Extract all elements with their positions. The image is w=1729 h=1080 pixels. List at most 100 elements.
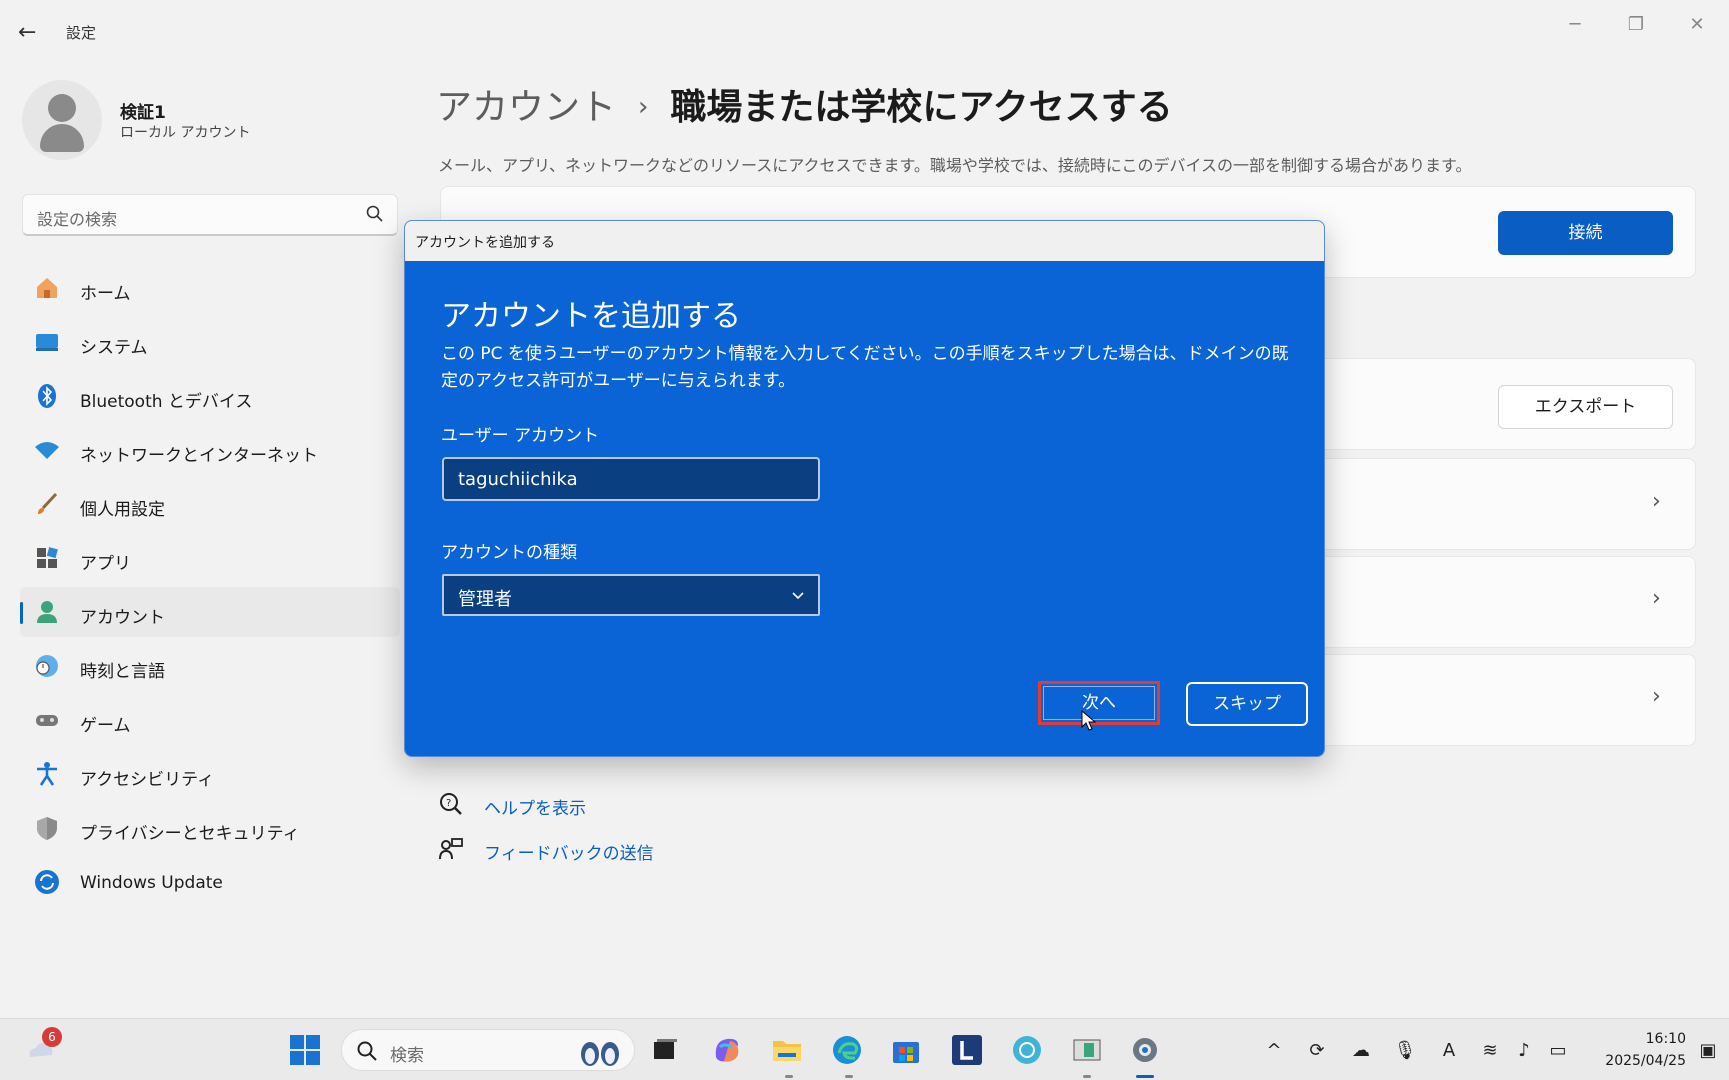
notification-badge: 6: [42, 1027, 62, 1047]
ime-icon[interactable]: A: [1437, 1039, 1461, 1063]
next-button[interactable]: 次へ: [1038, 681, 1160, 725]
taskbar-search-placeholder: 検索: [390, 1046, 424, 1066]
gamepad-icon: [36, 715, 58, 726]
bluetooth-icon: [38, 384, 56, 408]
chevron-right-icon: ›: [1652, 684, 1661, 709]
user-account-type: ローカル アカウント: [120, 125, 251, 141]
chevron-right-icon: ›: [1652, 586, 1661, 611]
sidebar-item-label: Bluetooth とデバイス: [80, 392, 253, 412]
next-button-focus-ring: [1043, 686, 1155, 720]
avatar-head: [48, 94, 76, 122]
sidebar-item-time-language[interactable]: 時刻と言語: [20, 641, 400, 691]
brush-icon: [38, 492, 58, 514]
windows-update-icon: [35, 870, 59, 894]
sidebar-item-label: 時刻と言語: [80, 662, 165, 682]
task-view-icon[interactable]: [648, 1033, 682, 1067]
close-button[interactable]: ✕: [1677, 10, 1717, 40]
start-icon[interactable]: [288, 1033, 322, 1067]
l-app-icon[interactable]: [950, 1033, 984, 1067]
connect-button[interactable]: 接続: [1498, 211, 1673, 255]
copilot-icon[interactable]: [710, 1033, 744, 1067]
system-icon: [36, 334, 58, 351]
account-type-value: 管理者: [458, 589, 512, 610]
app-title: 設定: [66, 24, 97, 42]
clock-time[interactable]: 16:10: [1632, 1031, 1686, 1047]
dialog-titlebar: アカウントを追加する: [405, 221, 1324, 261]
file-explorer-icon[interactable]: [770, 1033, 804, 1067]
help-link[interactable]: ヘルプを表示: [484, 794, 586, 819]
svg-text:?: ?: [446, 798, 451, 809]
sidebar-item-label: 個人用設定: [80, 500, 165, 520]
avatar[interactable]: [22, 80, 102, 160]
home-icon: [37, 278, 57, 298]
breadcrumb-parent[interactable]: アカウント: [436, 87, 616, 128]
chevron-down-icon: [792, 592, 804, 600]
sidebar-item-label: ネットワークとインターネット: [80, 446, 318, 466]
sidebar-item-accessibility[interactable]: アクセシビリティ: [20, 749, 400, 799]
account-type-label: アカウントの種類: [441, 543, 577, 563]
help-icon: ?: [440, 793, 462, 815]
dialog-description: この PC を使うユーザーのアカウント情報を入力してください。この手順をスキップ…: [441, 344, 1289, 391]
store-icon[interactable]: [889, 1033, 923, 1067]
sidebar-item-accounts[interactable]: アカウント: [20, 587, 400, 637]
page-description: メール、アプリ、ネットワークなどのリソースにアクセスできます。職場や学校では、接…: [438, 156, 1472, 175]
minimize-button[interactable]: ─: [1555, 10, 1595, 40]
dialog-heading: アカウントを追加する: [441, 299, 741, 334]
sidebar-item-privacy[interactable]: プライバシーとセキュリティ: [20, 803, 400, 853]
account-type-select[interactable]: 管理者: [442, 574, 820, 616]
microphone-icon[interactable]: 🎙: [1393, 1039, 1417, 1063]
sidebar-item-label: アクセシビリティ: [80, 770, 215, 790]
breadcrumb-separator: ›: [638, 92, 649, 122]
sidebar-item-network[interactable]: ネットワークとインターネット: [20, 425, 400, 475]
cloud-app-icon[interactable]: [1010, 1033, 1044, 1067]
export-button[interactable]: エクスポート: [1498, 385, 1673, 429]
shield-icon: [37, 817, 57, 840]
taskbar: 6 検索 ^ ⟳ ☁ 🎙 A ≋ ♪ ▭ 16:10 2025/04/25 ▣: [0, 1018, 1729, 1080]
sync-icon[interactable]: ⟳: [1305, 1039, 1329, 1063]
sidebar-item-label: アプリ: [80, 554, 131, 574]
breadcrumb: アカウント › 職場または学校にアクセスする: [436, 78, 1173, 130]
settings-gear-icon[interactable]: [1128, 1033, 1162, 1067]
clock-date[interactable]: 2025/04/25: [1588, 1053, 1686, 1069]
user-name: 検証1: [120, 103, 166, 123]
sidebar-item-label: アカウント: [80, 608, 165, 628]
sidebar-item-label: ゲーム: [80, 716, 131, 736]
back-arrow-icon[interactable]: ←: [18, 20, 44, 46]
time-language-icon: [36, 655, 58, 677]
user-account-input[interactable]: taguchiichika: [442, 457, 820, 501]
sidebar-item-system[interactable]: システム: [20, 317, 400, 367]
network-icon: [35, 442, 59, 459]
dialog-window-title: アカウントを追加する: [415, 235, 555, 251]
taskbar-search[interactable]: 検索: [341, 1029, 635, 1071]
mouse-cursor-icon: [1081, 710, 1097, 731]
sidebar-item-home[interactable]: ホーム: [20, 263, 400, 313]
sidebar-item-gaming[interactable]: ゲーム: [20, 695, 400, 745]
notification-center-icon[interactable]: ▣: [1696, 1039, 1720, 1063]
apps-icon: [37, 547, 58, 568]
search-placeholder: 設定の検索: [37, 210, 118, 229]
onedrive-icon[interactable]: ☁: [1349, 1039, 1373, 1063]
avatar-body: [40, 124, 84, 152]
feedback-link[interactable]: フィードバックの送信: [484, 839, 654, 864]
maximize-button[interactable]: ❐: [1616, 10, 1656, 40]
remote-app-icon[interactable]: [1070, 1033, 1104, 1067]
running-indicator: [1083, 1075, 1091, 1078]
battery-icon[interactable]: ▭: [1546, 1039, 1570, 1063]
sidebar-item-bluetooth[interactable]: Bluetooth とデバイス: [20, 371, 400, 421]
settings-search-input[interactable]: 設定の検索: [22, 194, 398, 236]
skip-button[interactable]: スキップ: [1186, 682, 1308, 726]
sidebar-item-apps[interactable]: アプリ: [20, 533, 400, 583]
user-account-label: ユーザー アカウント: [441, 426, 600, 446]
tray-overflow-icon[interactable]: ^: [1262, 1039, 1286, 1063]
search-icon: [366, 205, 383, 222]
penguin-illustration-icon: [581, 1042, 619, 1066]
running-indicator: [785, 1075, 793, 1078]
account-icon: [37, 601, 57, 623]
sidebar-item-personalization[interactable]: 個人用設定: [20, 479, 400, 529]
sidebar-item-windows-update[interactable]: Windows Update: [20, 857, 400, 907]
add-account-dialog: アカウントを追加する アカウントを追加する この PC を使うユーザーのアカウン…: [404, 220, 1325, 757]
wifi-icon[interactable]: ≋: [1478, 1039, 1502, 1063]
volume-icon[interactable]: ♪: [1512, 1039, 1536, 1063]
edge-browser-icon[interactable]: [830, 1033, 864, 1067]
sidebar-item-label: システム: [80, 338, 148, 358]
